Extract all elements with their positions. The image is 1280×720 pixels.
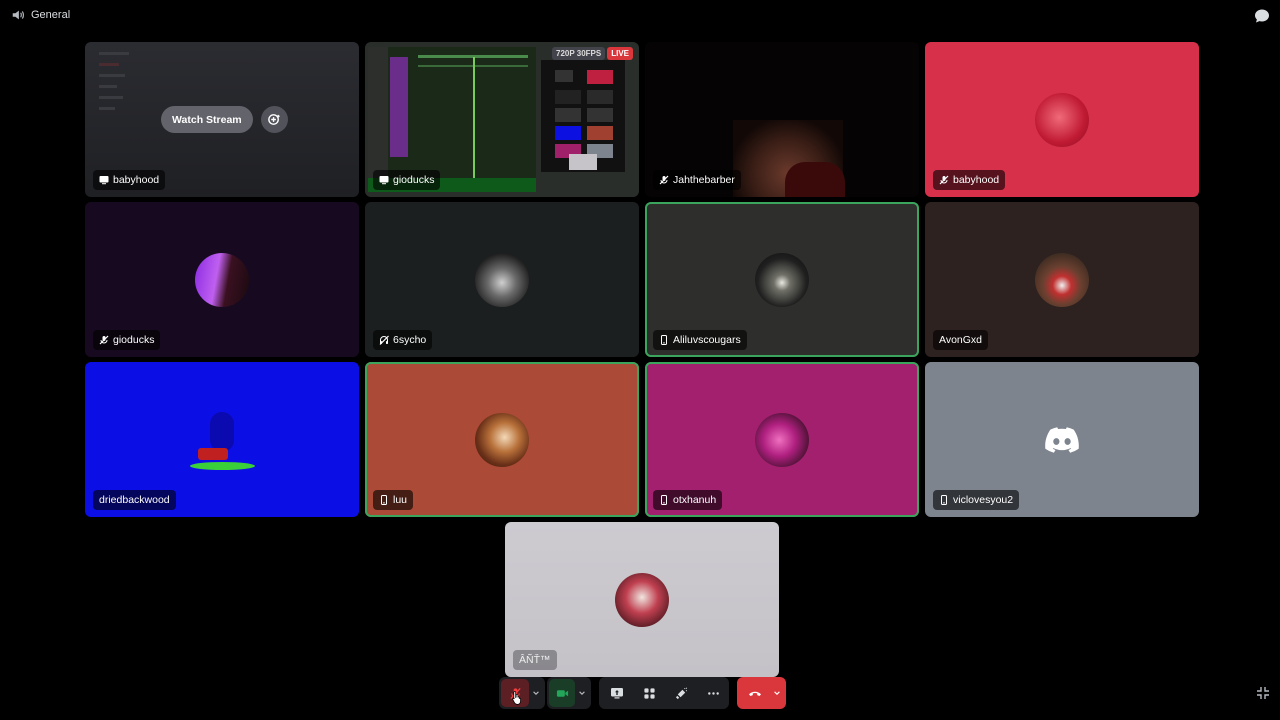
soundboard-button[interactable]: [667, 679, 695, 707]
chat-icon[interactable]: [1254, 8, 1270, 24]
video-tile-viclovesyou2[interactable]: viclovesyou2: [925, 362, 1199, 517]
deafened-icon: [379, 335, 389, 345]
screen-share-icon: [379, 176, 389, 185]
stream-preview-thumb: [569, 154, 597, 170]
participant-name: 6sycho: [393, 334, 427, 346]
screen-share-icon: [99, 176, 109, 185]
mobile-icon: [661, 495, 667, 505]
activity-control-group: [599, 677, 729, 709]
video-tile-driedbackwood[interactable]: driedbackwood: [85, 362, 359, 517]
video-tile-avongxd[interactable]: AvonGxd: [925, 202, 1199, 357]
video-tile-gioducks[interactable]: gioducks: [85, 202, 359, 357]
mobile-icon: [661, 335, 667, 345]
video-tile-6sycho[interactable]: 6sycho: [365, 202, 639, 357]
stream-tile-babyhood[interactable]: Watch Stream babyhood: [85, 42, 359, 197]
participant-name: Aliluvscougars: [673, 334, 741, 346]
screen-share-icon: [611, 688, 623, 699]
watch-stream-button[interactable]: Watch Stream: [161, 106, 253, 133]
avatar: [615, 572, 669, 627]
participant-name: babyhood: [953, 174, 1000, 186]
mic-options-button[interactable]: [529, 679, 543, 707]
avatar: [190, 412, 255, 472]
video-tile-aliluvscougars[interactable]: Aliluvscougars: [645, 202, 919, 357]
nametag: babyhood: [933, 170, 1006, 190]
video-tile-jahthebarber[interactable]: Jahthebarber: [645, 42, 919, 197]
nametag: babyhood: [93, 170, 166, 190]
video-tile-luu[interactable]: luu: [365, 362, 639, 517]
stream-preview-blur: [99, 52, 133, 172]
nametag: viclovesyou2: [933, 490, 1020, 510]
live-badge: LIVE: [607, 47, 633, 60]
avatar: [475, 252, 529, 307]
camera-control-group: [547, 677, 591, 709]
participant-name: driedbackwood: [99, 494, 170, 506]
video-tile-otxhanuh[interactable]: otxhanuh: [645, 362, 919, 517]
nametag: gioducks: [373, 170, 441, 190]
muted-mic-icon: [99, 335, 109, 345]
chevron-down-icon: [579, 691, 585, 695]
participant-name: luu: [393, 494, 408, 506]
camera-options-button[interactable]: [575, 679, 589, 707]
participant-name: Jahthebarber: [673, 174, 735, 186]
add-stream-button[interactable]: [260, 106, 288, 133]
video-tile-ant[interactable]: ÂÑŤ™: [505, 522, 779, 677]
participant-name: AvonGxd: [939, 334, 982, 346]
camera-icon: [556, 689, 568, 697]
avatar: [195, 252, 249, 307]
nametag: otxhanuh: [653, 490, 723, 510]
camera-feed-shirt: [785, 162, 845, 197]
channel-name: General: [31, 9, 71, 21]
participant-name: gioducks: [393, 174, 435, 186]
nametag: ÂÑŤ™: [513, 650, 557, 670]
speaker-icon: [12, 10, 24, 20]
muted-mic-icon: [939, 175, 949, 185]
disconnect-options-button[interactable]: [769, 679, 784, 707]
cursor-hand-icon: [512, 691, 521, 705]
nametag: AvonGxd: [933, 330, 988, 350]
collapse-icon[interactable]: [1256, 686, 1270, 700]
nametag: Jahthebarber: [653, 170, 741, 190]
avatar: [1035, 252, 1089, 307]
disconnect-control-group: [737, 677, 786, 709]
soundboard-icon: [675, 687, 687, 699]
chevron-down-icon: [773, 691, 780, 695]
nametag: Aliluvscougars: [653, 330, 747, 350]
channel-header[interactable]: General: [11, 8, 70, 22]
muted-mic-icon: [659, 175, 669, 185]
activities-button[interactable]: [635, 679, 663, 707]
avatar: [475, 412, 529, 467]
nametag: luu: [373, 490, 414, 510]
mobile-icon: [941, 495, 947, 505]
participant-name: viclovesyou2: [953, 494, 1014, 506]
avatar: [1035, 92, 1089, 147]
video-tile-babyhood[interactable]: babyhood: [925, 42, 1199, 197]
nametag: gioducks: [93, 330, 161, 350]
chevron-down-icon: [533, 691, 539, 695]
mic-control-group: [499, 677, 545, 709]
disconnect-button[interactable]: [741, 679, 769, 707]
add-circle-icon: [267, 114, 280, 125]
participant-name: otxhanuh: [673, 494, 717, 506]
nametag: 6sycho: [373, 330, 433, 350]
discord-logo-icon: [1045, 427, 1079, 453]
stream-tile-gioducks[interactable]: 720P 30FPS LIVE gioducks: [365, 42, 639, 197]
quality-badge: 720P 30FPS: [552, 47, 606, 60]
hang-up-icon: [749, 691, 761, 696]
nametag: driedbackwood: [93, 490, 176, 510]
top-bar: General: [0, 0, 1280, 32]
stream-badges: 720P 30FPS LIVE: [552, 47, 633, 60]
activities-icon: [643, 687, 655, 699]
participant-name: babyhood: [113, 174, 160, 186]
share-screen-button[interactable]: [603, 679, 631, 707]
camera-toggle-button[interactable]: [549, 679, 575, 707]
avatar: [755, 412, 809, 467]
participant-name: gioducks: [113, 334, 155, 346]
more-icon: [707, 691, 719, 695]
mobile-icon: [381, 495, 387, 505]
participant-name: ÂÑŤ™: [519, 654, 551, 666]
avatar: [755, 252, 809, 307]
more-options-button[interactable]: [699, 679, 727, 707]
